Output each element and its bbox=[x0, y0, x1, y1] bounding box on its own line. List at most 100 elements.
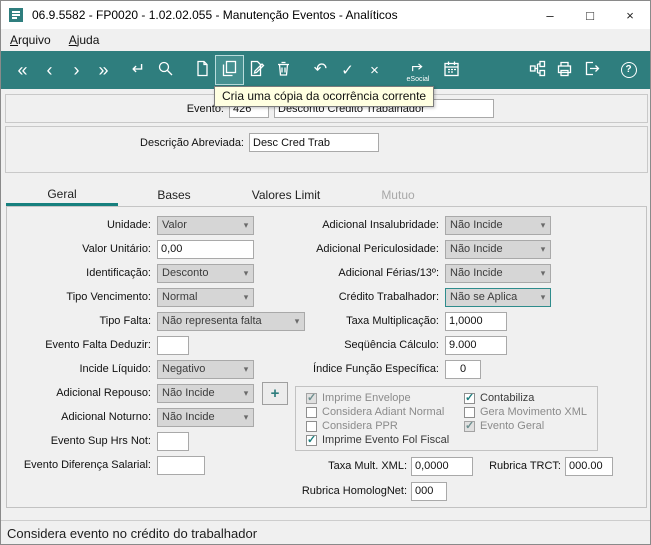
field-credito-trabalhador: Crédito Trabalhador: Não se Aplica ▾ bbox=[297, 285, 647, 309]
field-identificacao: Identificação: Desconto ▾ bbox=[9, 261, 299, 285]
previous-record-button[interactable]: ‹ bbox=[36, 56, 63, 84]
minimize-button[interactable]: – bbox=[530, 1, 570, 29]
valor-unitario-input[interactable] bbox=[157, 239, 254, 259]
window-title: 06.9.5582 - FP0020 - 1.02.02.055 - Manut… bbox=[32, 8, 398, 22]
adicional-repouso-select[interactable]: Não Incide ▾ bbox=[157, 383, 254, 403]
checkbox-evento-geral[interactable]: Evento Geral bbox=[464, 419, 587, 433]
tab-bar: Geral Bases Valores Limit Mutuo bbox=[6, 184, 647, 207]
field-adicional-repouso: Adicional Repouso: Não Incide ▾ + bbox=[9, 381, 299, 405]
field-adicional-periculosidade: Adicional Periculosidade: Não Incide ▾ bbox=[297, 237, 647, 261]
exit-button[interactable] bbox=[578, 56, 605, 84]
checkbox-box[interactable] bbox=[306, 420, 317, 432]
checkbox-box[interactable] bbox=[306, 391, 317, 404]
evento-diferenca-salarial-input[interactable] bbox=[157, 455, 205, 475]
undo-button[interactable]: ↶ bbox=[307, 56, 334, 84]
checkbox-box[interactable] bbox=[306, 433, 317, 446]
checkbox-column-1: Imprime Envelope Considera Adiant Normal… bbox=[306, 391, 449, 447]
print-button[interactable] bbox=[551, 56, 578, 84]
help-icon: ? bbox=[620, 62, 637, 78]
menu-arquivo[interactable]: Arquivo bbox=[1, 31, 60, 49]
indice-funcao-especifica-input[interactable] bbox=[445, 359, 481, 379]
trash-icon bbox=[275, 60, 292, 80]
checkbox-considera-adiant-normal[interactable]: Considera Adiant Normal bbox=[306, 405, 449, 419]
search-icon bbox=[157, 60, 174, 80]
adicional-ferias-13-select[interactable]: Não Incide ▾ bbox=[445, 263, 551, 283]
go-to-button[interactable]: ↵ bbox=[125, 56, 152, 84]
chevron-down-icon: ▾ bbox=[540, 243, 546, 254]
field-taxa-mult-xml-row: Taxa Mult. XML: Rubrica TRCT: bbox=[295, 455, 613, 477]
evento-falta-deduzir-input[interactable] bbox=[157, 335, 189, 355]
app-window: 06.9.5582 - FP0020 - 1.02.02.055 - Manut… bbox=[0, 0, 651, 545]
tab-bases[interactable]: Bases bbox=[118, 184, 230, 206]
copy-record-button[interactable] bbox=[215, 55, 244, 85]
toolbar: « ‹ › » ↵ ↶ ✓ × eSocial ? bbox=[1, 51, 650, 89]
checkbox-box[interactable] bbox=[464, 391, 475, 404]
checkbox-box[interactable] bbox=[306, 406, 317, 418]
field-tipo-falta: Tipo Falta: Não representa falta ▾ bbox=[9, 309, 305, 333]
first-record-button[interactable]: « bbox=[9, 56, 36, 84]
chevron-down-icon: ▾ bbox=[540, 267, 546, 278]
checkbox-contabiliza[interactable]: Contabiliza bbox=[464, 391, 587, 405]
status-text: Considera evento no crédito do trabalhad… bbox=[7, 526, 258, 541]
help-button[interactable]: ? bbox=[615, 56, 642, 84]
sequencia-calculo-input[interactable] bbox=[445, 335, 507, 355]
esocial-button[interactable]: eSocial bbox=[398, 56, 438, 84]
search-button[interactable] bbox=[152, 56, 179, 84]
chevron-down-icon: ▾ bbox=[540, 291, 546, 302]
left-column: Unidade: Valor▾ Valor Unitário: Identifi… bbox=[9, 213, 305, 477]
delete-record-button[interactable] bbox=[270, 56, 297, 84]
tipo-falta-select[interactable]: Não representa falta ▾ bbox=[157, 311, 305, 331]
calendar-button[interactable] bbox=[438, 56, 465, 84]
menubar: Arquivo Ajuda bbox=[1, 29, 650, 51]
cancel-button[interactable]: × bbox=[361, 56, 388, 84]
checkbox-considera-ppr[interactable]: Considera PPR bbox=[306, 419, 449, 433]
rubrica-homolognet-input[interactable] bbox=[411, 481, 447, 501]
evento-sup-hrs-not-input[interactable] bbox=[157, 431, 189, 451]
confirm-button[interactable]: ✓ bbox=[334, 56, 361, 84]
rubrica-trct-input[interactable] bbox=[565, 456, 613, 476]
next-record-button[interactable]: › bbox=[63, 56, 90, 84]
tab-valores-limit[interactable]: Valores Limit bbox=[230, 184, 342, 206]
menu-ajuda[interactable]: Ajuda bbox=[60, 31, 109, 49]
close-button[interactable]: × bbox=[610, 1, 650, 29]
descricao-abreviada-input[interactable] bbox=[249, 133, 379, 152]
copy-icon bbox=[221, 60, 238, 80]
add-button[interactable]: + bbox=[262, 381, 288, 405]
maximize-button[interactable]: □ bbox=[570, 1, 610, 29]
checkbox-column-2: Contabiliza Gera Movimento XML Evento Ge… bbox=[464, 391, 587, 433]
evento-label: Evento: bbox=[186, 102, 224, 115]
adicional-periculosidade-select[interactable]: Não Incide ▾ bbox=[445, 239, 551, 259]
hierarchy-icon bbox=[529, 60, 546, 80]
chevron-down-icon: ▾ bbox=[243, 291, 249, 302]
incide-liquido-select[interactable]: Negativo ▾ bbox=[157, 359, 254, 379]
tab-geral[interactable]: Geral bbox=[6, 184, 118, 206]
chevron-down-icon: ▾ bbox=[243, 219, 249, 230]
credito-trabalhador-select[interactable]: Não se Aplica ▾ bbox=[445, 287, 551, 307]
identificacao-select[interactable]: Desconto ▾ bbox=[157, 263, 254, 283]
checkbox-imprime-evento-fol-fiscal[interactable]: Imprime Evento Fol Fiscal bbox=[306, 433, 449, 447]
checkbox-box[interactable] bbox=[464, 406, 475, 418]
adicional-insalubridade-select[interactable]: Não Incide ▾ bbox=[445, 215, 551, 235]
checkbox-imprime-envelope[interactable]: Imprime Envelope bbox=[306, 391, 449, 405]
tipo-vencimento-select[interactable]: Normal ▾ bbox=[157, 287, 254, 307]
new-document-icon bbox=[194, 60, 211, 80]
field-evento-falta-deduzir: Evento Falta Deduzir: bbox=[9, 333, 299, 357]
adicional-noturno-select[interactable]: Não Incide ▾ bbox=[157, 407, 254, 427]
new-record-button[interactable] bbox=[189, 56, 216, 84]
checkbox-gera-movimento-xml[interactable]: Gera Movimento XML bbox=[464, 405, 587, 419]
titlebar: 06.9.5582 - FP0020 - 1.02.02.055 - Manut… bbox=[1, 1, 650, 29]
descricao-label: Descrição Abreviada: bbox=[140, 136, 244, 149]
taxa-mult-xml-input[interactable] bbox=[411, 456, 473, 476]
edit-icon bbox=[248, 60, 265, 80]
checkbox-box[interactable] bbox=[464, 419, 475, 432]
tab-content-geral: Unidade: Valor▾ Valor Unitário: Identifi… bbox=[6, 207, 647, 508]
hierarchy-button[interactable] bbox=[524, 56, 551, 84]
esocial-arrow-icon bbox=[411, 57, 426, 75]
field-evento-diferenca-salarial: Evento Diferença Salarial: bbox=[9, 453, 299, 477]
taxa-multiplicacao-input[interactable] bbox=[445, 311, 507, 331]
edit-record-button[interactable] bbox=[243, 56, 270, 84]
descricao-panel: Descrição Abreviada: bbox=[5, 126, 648, 173]
statusbar: Considera evento no crédito do trabalhad… bbox=[1, 520, 650, 544]
last-record-button[interactable]: » bbox=[90, 56, 117, 84]
unidade-select[interactable]: Valor ▾ bbox=[157, 215, 254, 235]
